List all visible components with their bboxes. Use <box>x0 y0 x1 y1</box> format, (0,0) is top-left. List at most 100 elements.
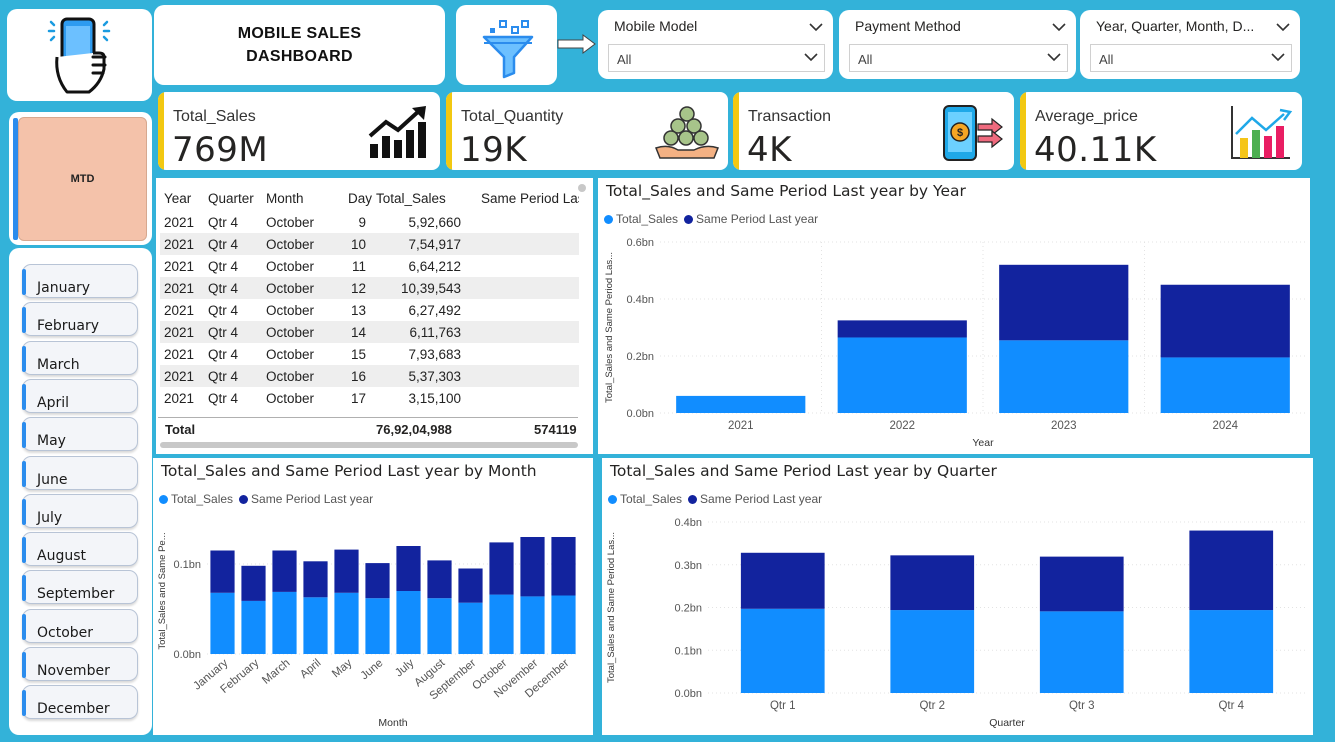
table-row[interactable]: 2021 Qtr 4 October 10 7,54,917 <box>160 233 579 255</box>
bar-same-period <box>303 561 328 598</box>
sales-table: Year Quarter Month Day Total_Sales Same Perio… <box>156 178 593 454</box>
month-button-january[interactable]: January <box>22 264 138 298</box>
table-cell: Qtr 4 <box>208 346 239 362</box>
chevron-down-icon[interactable] <box>804 52 818 62</box>
month-button-july[interactable]: July <box>22 493 138 528</box>
month-button-may[interactable]: May <box>22 417 138 452</box>
slicer-dropdown[interactable]: All <box>849 44 1068 72</box>
table-cell: 13 <box>350 302 366 318</box>
y-axis-label: Total_Sales and Same Period Las... <box>604 252 615 403</box>
chevron-down-icon[interactable] <box>809 22 823 32</box>
month-button-april[interactable]: April <box>22 378 138 413</box>
kpi-label: Average_price <box>1035 108 1138 125</box>
y-axis-label: Total_Sales and Same Period Las... <box>606 532 617 683</box>
column-header[interactable]: Total_Sales <box>372 186 467 211</box>
kpi-value: 19K <box>460 130 528 170</box>
month-button-accent <box>22 690 26 717</box>
table-cell: 11 <box>351 258 366 274</box>
month-button-october[interactable]: October <box>22 608 138 643</box>
table-cell: 12 <box>334 277 372 299</box>
table-cell: 2021 <box>164 346 195 362</box>
chevron-down-icon[interactable] <box>1271 52 1285 62</box>
x-tick-label: May <box>330 657 355 680</box>
table-row[interactable]: 2021 Qtr 4 October 17 3,15,100 <box>160 387 579 409</box>
table-cell: 2021 <box>160 321 204 343</box>
table-cell: 7,54,917 <box>372 233 467 255</box>
chevron-down-icon[interactable] <box>1276 22 1290 32</box>
month-button-accent <box>22 652 26 678</box>
table-cell: Qtr 4 <box>204 321 262 343</box>
table-cell <box>467 321 579 343</box>
table-cell: 16 <box>334 365 372 387</box>
y-axis-label: Total_Sales and Same Pe... <box>157 532 168 649</box>
column-header[interactable]: Month <box>262 186 334 211</box>
bar-same-period <box>210 550 235 593</box>
table-cell: 15 <box>350 346 366 362</box>
bar-same-period <box>890 555 975 611</box>
month-button-november[interactable]: November <box>22 647 138 681</box>
y-tick-label: 0.3bn <box>674 560 702 572</box>
table-row[interactable]: 2021 Qtr 4 October 12 10,39,543 <box>160 277 579 299</box>
month-button-september[interactable]: September <box>22 570 138 605</box>
bar-total-sales <box>1160 357 1290 413</box>
table-cell <box>467 255 579 277</box>
month-button-february[interactable]: February <box>22 302 138 337</box>
month-button-accent <box>22 537 26 564</box>
mtd-button[interactable]: MTD <box>18 117 147 241</box>
chevron-down-icon[interactable] <box>1052 22 1066 32</box>
trend-up-chart-icon <box>368 106 426 158</box>
kpi-label: Total_Sales <box>173 108 256 125</box>
table-cell <box>467 233 579 255</box>
mtd-card[interactable]: MTD <box>9 112 152 245</box>
slicer-date-hierarchy[interactable]: Year, Quarter, Month, D... All <box>1080 10 1300 79</box>
bar-same-period <box>1160 284 1290 358</box>
bar-total-sales <box>890 610 975 693</box>
month-button-june[interactable]: June <box>22 455 138 490</box>
table-cell: 7,93,683 <box>408 346 461 362</box>
month-button-august[interactable]: August <box>22 532 138 567</box>
column-header[interactable]: Year <box>160 186 204 211</box>
kpi-total-quantity: Total_Quantity 19K <box>446 92 728 170</box>
chevron-down-icon[interactable] <box>1047 52 1061 62</box>
kpi-total-sales: Total_Sales 769M <box>158 92 440 170</box>
filter-card[interactable] <box>456 5 557 85</box>
table-row[interactable]: 2021 Qtr 4 October 13 6,27,492 <box>160 299 579 321</box>
table-row[interactable]: 2021 Qtr 4 October 16 5,37,303 <box>160 365 579 387</box>
slicer-payment-method[interactable]: Payment Method All <box>839 10 1076 79</box>
bar-total-sales <box>837 337 967 413</box>
table-cell: Qtr 4 <box>208 302 239 318</box>
table-row[interactable]: 2021 Qtr 4 October 9 5,92,660 <box>160 211 579 233</box>
slicer-dropdown[interactable]: All <box>608 44 825 72</box>
x-tick-label: 2024 <box>1212 420 1238 432</box>
x-tick-label: Qtr 2 <box>919 700 945 712</box>
table-row[interactable]: 2021 Qtr 4 October 15 7,93,683 <box>160 343 579 365</box>
slicer-mobile-model[interactable]: Mobile Model All <box>598 10 833 79</box>
month-button-december[interactable]: December <box>22 685 138 720</box>
x-tick-label: April <box>298 657 323 681</box>
bar-chart-icon <box>1231 106 1293 159</box>
vertical-scrollbar[interactable] <box>578 184 586 192</box>
bar-total-sales <box>489 594 514 654</box>
bar-same-period <box>520 537 545 597</box>
table-cell: October <box>266 390 315 406</box>
month-button-label: April <box>37 394 69 411</box>
table-row[interactable]: 2021 Qtr 4 October 11 6,64,212 <box>160 255 579 277</box>
column-header[interactable]: Same Period Last y <box>467 186 579 211</box>
total-divider <box>158 417 578 418</box>
column-header[interactable]: Quarter <box>204 186 262 211</box>
table-cell: October <box>262 233 334 255</box>
table-cell <box>467 277 579 299</box>
x-tick-label: 2022 <box>889 420 915 432</box>
slicer-dropdown[interactable]: All <box>1090 44 1292 72</box>
title-line-1: MOBILE SALES <box>237 25 362 42</box>
column-header[interactable]: Day <box>334 186 372 211</box>
horizontal-scrollbar[interactable] <box>160 442 578 448</box>
month-button-label: June <box>37 471 68 488</box>
chart-by-year: Total_Sales and Same Period Last year by… <box>598 178 1310 454</box>
kpi-transaction: Transaction 4K $ <box>733 92 1014 170</box>
table-cell <box>467 299 579 321</box>
x-tick-label: March <box>260 657 292 687</box>
month-button-march[interactable]: March <box>22 340 138 375</box>
table-cell: 2021 <box>164 258 195 274</box>
table-row[interactable]: 2021 Qtr 4 October 14 6,11,763 <box>160 321 579 343</box>
